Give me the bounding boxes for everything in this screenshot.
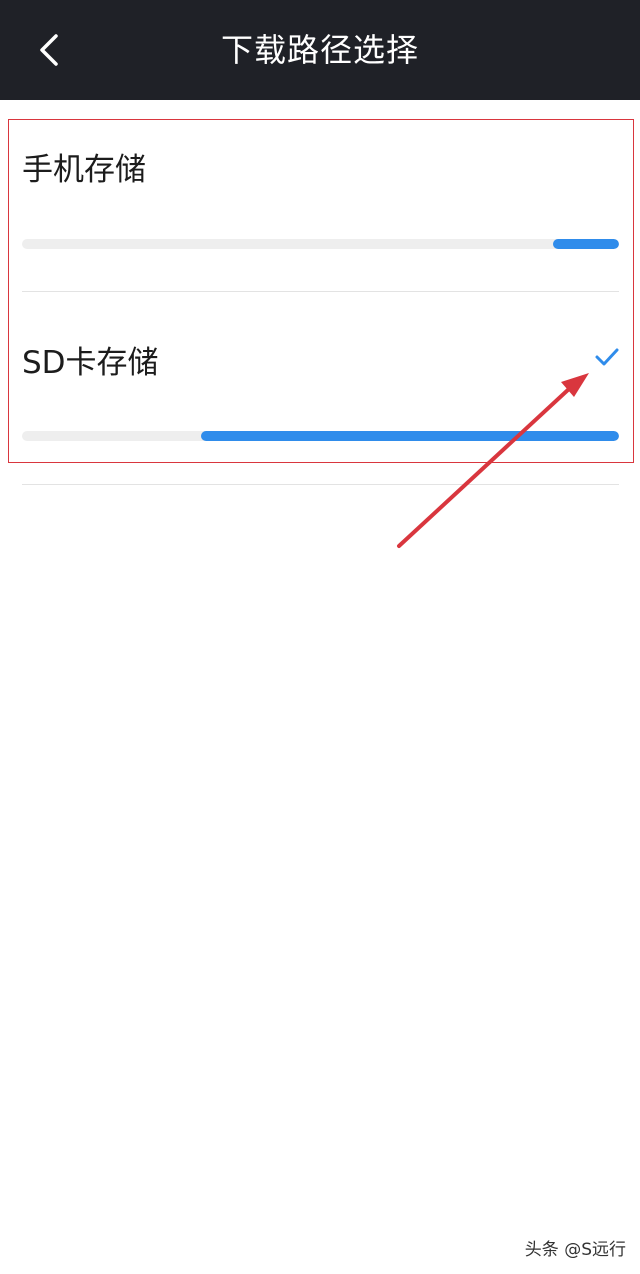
divider <box>22 484 619 485</box>
storage-usage-bar <box>22 239 619 249</box>
check-icon <box>593 343 621 371</box>
storage-option-label: SD卡存储 <box>22 345 159 381</box>
storage-usage-fill <box>201 431 619 441</box>
storage-option-label: 手机存储 <box>22 152 146 188</box>
app-header: 下载路径选择 <box>0 0 640 100</box>
storage-option-phone[interactable]: 手机存储 <box>0 100 640 293</box>
storage-option-sd-card[interactable]: SD卡存储 <box>0 292 640 485</box>
page-title: 下载路径选择 <box>220 31 419 69</box>
storage-usage-bar <box>22 431 619 441</box>
watermark: 头条 @S远行 <box>524 1240 626 1260</box>
storage-usage-fill <box>553 239 619 249</box>
